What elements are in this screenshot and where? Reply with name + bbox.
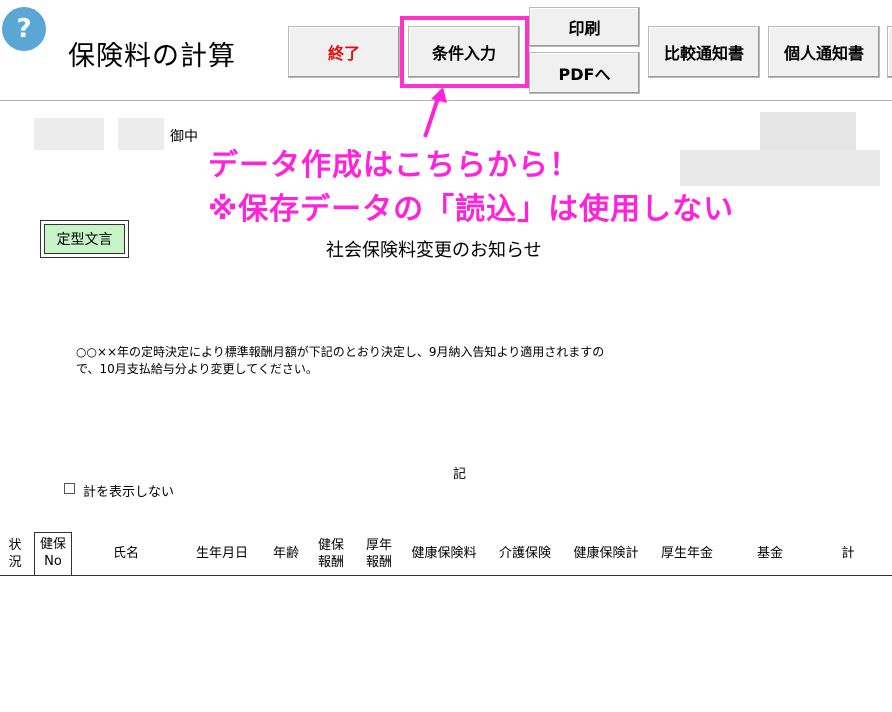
sender-blur xyxy=(680,150,880,186)
arrow-icon xyxy=(423,87,447,138)
more-button[interactable] xyxy=(887,26,892,78)
col-health-total: 健康保険計 xyxy=(573,546,639,561)
table-header-divider xyxy=(0,575,892,576)
help-icon[interactable]: ? xyxy=(2,7,46,51)
body-text-line1: ○○××年の定時決定により標準報酬月額が下記のとおり決定し、9月納入告知より適用… xyxy=(76,345,605,359)
addressee-suffix: 御中 xyxy=(170,129,198,145)
highlight-box xyxy=(400,16,529,88)
col-care-insurance: 介護保険 xyxy=(498,546,551,561)
col-pension: 厚生年金 xyxy=(660,546,713,561)
body-text-line2: で、10月支払給与分より変更してください。 xyxy=(76,362,318,376)
col-birthdate: 生年月日 xyxy=(195,546,248,561)
col-health-remuneration: 健保 報酬 xyxy=(317,538,344,570)
pdf-button[interactable]: PDFへ xyxy=(529,52,640,94)
col-health-insurance: 健康保険料 xyxy=(411,546,477,561)
col-status: 状況 xyxy=(8,538,22,570)
callout-line1: データ作成はこちらから！ xyxy=(208,148,580,183)
notice-title: 社会保険料変更のお知らせ xyxy=(326,240,542,261)
addressee-blur xyxy=(34,118,104,150)
callout-line2: ※保存データの「読込」は使用しない xyxy=(208,192,735,227)
sender-blur xyxy=(760,112,856,150)
comparison-notice-button[interactable]: 比較通知書 xyxy=(648,26,760,78)
individual-notice-button[interactable]: 個人通知書 xyxy=(768,26,880,78)
print-button[interactable]: 印刷 xyxy=(529,7,640,47)
col-fund: 基金 xyxy=(756,546,783,561)
page-title: 保険料の計算 xyxy=(68,41,236,72)
addressee-blur xyxy=(118,118,164,150)
hide-total-label: 計を表示しない xyxy=(83,485,175,500)
col-name: 氏名 xyxy=(112,546,139,561)
col-pension-remuneration: 厚年 報酬 xyxy=(365,538,392,570)
col-total: 計 xyxy=(841,546,855,561)
template-button-label: 定型文言 xyxy=(44,224,125,254)
exit-button[interactable]: 終了 xyxy=(288,26,400,78)
col-health-no[interactable]: 健保 No xyxy=(34,532,72,576)
col-age: 年齢 xyxy=(272,546,299,561)
template-button[interactable]: 定型文言 xyxy=(40,220,129,258)
hide-total-checkbox[interactable] xyxy=(64,483,75,494)
ki-mark: 記 xyxy=(453,467,467,482)
